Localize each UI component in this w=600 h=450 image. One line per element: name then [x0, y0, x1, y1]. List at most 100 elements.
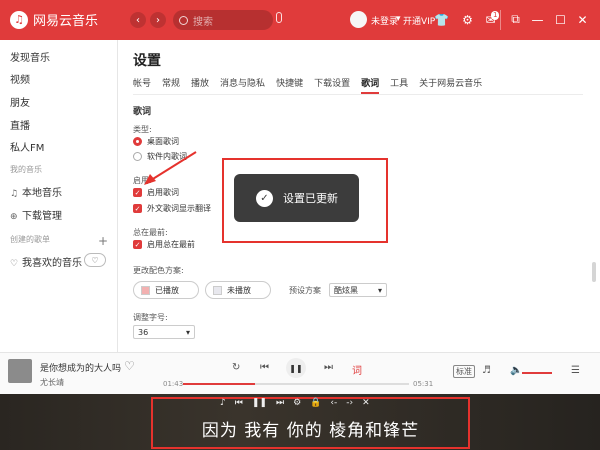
sidebar-item-downloads[interactable]: ⊕ 下载管理 [10, 207, 62, 222]
tab-general[interactable]: 常规 [162, 76, 180, 94]
tab-shortcuts[interactable]: 快捷键 [276, 76, 303, 94]
sidebar-item-live[interactable]: 直播 [10, 117, 30, 132]
type-label: 类型: [133, 125, 152, 134]
tab-tools[interactable]: 工具 [390, 76, 408, 94]
sidebar-item-fm[interactable]: 私人FM [10, 139, 44, 154]
microphone-icon[interactable] [276, 12, 282, 23]
previous-icon[interactable]: ⏮ [235, 398, 243, 408]
album-cover[interactable] [8, 359, 32, 383]
forward-arrow-icon[interactable]: -› [346, 398, 353, 408]
app-name: 网易云音乐 [33, 14, 99, 29]
pause-icon[interactable]: ❚❚ [252, 398, 267, 408]
my-music-heading: 我的音乐 [10, 165, 42, 174]
tab-privacy[interactable]: 消息与隐私 [220, 76, 265, 94]
loop-icon[interactable]: ↻ [232, 362, 240, 373]
tab-account[interactable]: 帐号 [133, 76, 151, 94]
avatar[interactable] [350, 11, 367, 28]
lyrics-section-title: 歌词 [133, 107, 152, 117]
back-arrow-icon[interactable]: ‹- [330, 398, 337, 408]
checkbox-checked-icon: ✓ [133, 204, 142, 213]
pause-icon: ❚❚ [289, 363, 303, 373]
desktop-lyric-line: 因为 我有 你的 棱角和锋芒 [201, 421, 420, 441]
sidebar-item-label: 我喜欢的音乐 [22, 258, 82, 269]
heart-mode-button[interactable]: ♡ [84, 253, 106, 267]
tab-download[interactable]: 下载设置 [314, 76, 350, 94]
heart-icon: ♡ [10, 259, 19, 269]
sidebar: 发现音乐 视频 朋友 直播 私人FM 我的音乐 ♫ 本地音乐 ⊕ 下载管理 创建的歌… [0, 40, 118, 352]
played-color-button[interactable]: 已播放 [133, 281, 199, 299]
created-playlists-heading[interactable]: 创建的歌单 [10, 234, 50, 245]
option-label: 桌面歌词 [147, 137, 179, 146]
checkbox-always-on-top[interactable]: ✓ 启用总在最前 [133, 239, 195, 250]
add-playlist-icon[interactable]: + [98, 234, 108, 248]
sidebar-item-discover[interactable]: 发现音乐 [10, 49, 50, 64]
app-logo[interactable]: ♫ 网易云音乐 [10, 10, 98, 29]
scrollbar[interactable] [592, 262, 596, 282]
sidebar-item-friends[interactable]: 朋友 [10, 94, 30, 109]
download-icon: ⊕ [10, 212, 18, 222]
font-size-label: 调整字号: [133, 313, 168, 322]
sidebar-item-video[interactable]: 视频 [10, 71, 30, 86]
annotation-arrow [144, 151, 197, 185]
checkbox-show-translation[interactable]: ✓ 外文歌词显示翻译 [133, 203, 211, 214]
lyrics-toggle-icon[interactable]: 词 [352, 362, 362, 377]
back-icon[interactable]: ‹ [130, 12, 146, 28]
toast-notification: ✓ 设置已更新 [234, 174, 359, 222]
total-time: 05:31 [413, 380, 434, 388]
vip-link[interactable]: 开通VIP [403, 14, 435, 27]
artist-name[interactable]: 尤长靖 [40, 377, 64, 388]
volume-icon[interactable]: 🔈 [510, 365, 522, 376]
unplayed-color-button[interactable]: 未播放 [205, 281, 271, 299]
current-time: 01:43 [163, 380, 184, 388]
unplayed-label: 未播放 [227, 285, 251, 295]
page-title: 设置 [133, 53, 161, 69]
preset-value: 酷炫黑 [334, 285, 358, 295]
previous-icon[interactable]: ⏮ [260, 362, 269, 373]
check-icon: ✓ [256, 189, 273, 207]
tab-playback[interactable]: 播放 [191, 76, 209, 94]
next-icon[interactable]: ⏭ [324, 362, 333, 373]
tabs-divider [133, 94, 583, 95]
checkbox-enable-lyrics[interactable]: ✓ 启用歌词 [133, 187, 179, 198]
login-link[interactable]: 未登录 [371, 14, 398, 27]
like-icon[interactable]: ♡ [124, 359, 135, 373]
maximize-icon[interactable]: ☐ [553, 12, 568, 27]
player-bar: 是你想成为的大人吗 ♡ 尤长靖 ↻ ⏮ ❚❚ ⏭ 词 01:43 05:31 标… [0, 352, 600, 394]
played-swatch [141, 285, 150, 295]
chevron-down-icon[interactable]: ▾ [396, 14, 401, 24]
title-bar: ♫ 网易云音乐 ‹ › 搜索 未登录 ▾ 开通VIP 👕 ⚙ ✉ 1 ⧉ — ☐… [0, 0, 600, 40]
search-input[interactable]: 搜索 [173, 10, 273, 30]
gear-icon[interactable]: ⚙ [293, 398, 301, 408]
sidebar-item-local[interactable]: ♫ 本地音乐 [10, 184, 62, 199]
radio-desktop-lyrics[interactable]: 桌面歌词 [133, 136, 179, 147]
sidebar-item-liked[interactable]: ♡ 我喜欢的音乐 [10, 254, 82, 269]
playlist-icon[interactable]: ☰ [571, 365, 580, 376]
progress-fill [183, 383, 256, 385]
volume-slider[interactable] [522, 372, 552, 374]
chevron-down-icon: ▾ [377, 285, 382, 295]
tab-about[interactable]: 关于网易云音乐 [419, 76, 482, 94]
pause-button[interactable]: ❚❚ [286, 358, 306, 378]
close-icon[interactable]: ✕ [575, 12, 590, 27]
forward-icon[interactable]: › [150, 12, 166, 28]
next-icon[interactable]: ⏭ [276, 398, 284, 408]
tab-lyrics[interactable]: 歌词 [361, 76, 380, 94]
font-size-select[interactable]: 36 ▾ [133, 325, 195, 339]
song-title[interactable]: 是你想成为的大人吗 [40, 361, 121, 374]
minimize-icon[interactable]: — [530, 12, 545, 27]
app-window: ♫ 网易云音乐 ‹ › 搜索 未登录 ▾ 开通VIP 👕 ⚙ ✉ 1 ⧉ — ☐… [0, 0, 600, 394]
close-icon[interactable]: ✕ [362, 398, 370, 408]
progress-bar[interactable] [183, 383, 409, 385]
mini-mode-icon[interactable]: ⧉ [508, 12, 523, 27]
option-label: 启用歌词 [147, 188, 179, 197]
preset-label: 预设方案 [289, 286, 321, 295]
gear-icon[interactable]: ⚙ [460, 12, 475, 27]
played-label: 已播放 [155, 285, 179, 295]
music-note-icon[interactable]: ♪ [220, 398, 226, 408]
preset-select[interactable]: 酷炫黑 ▾ [329, 283, 387, 297]
lock-icon[interactable]: 🔒 [310, 398, 321, 408]
toast-message: 设置已更新 [283, 192, 338, 205]
quality-button[interactable]: 标准 [453, 365, 475, 378]
shirt-icon[interactable]: 👕 [434, 12, 449, 27]
sound-effect-icon[interactable]: ♬ [482, 365, 491, 376]
